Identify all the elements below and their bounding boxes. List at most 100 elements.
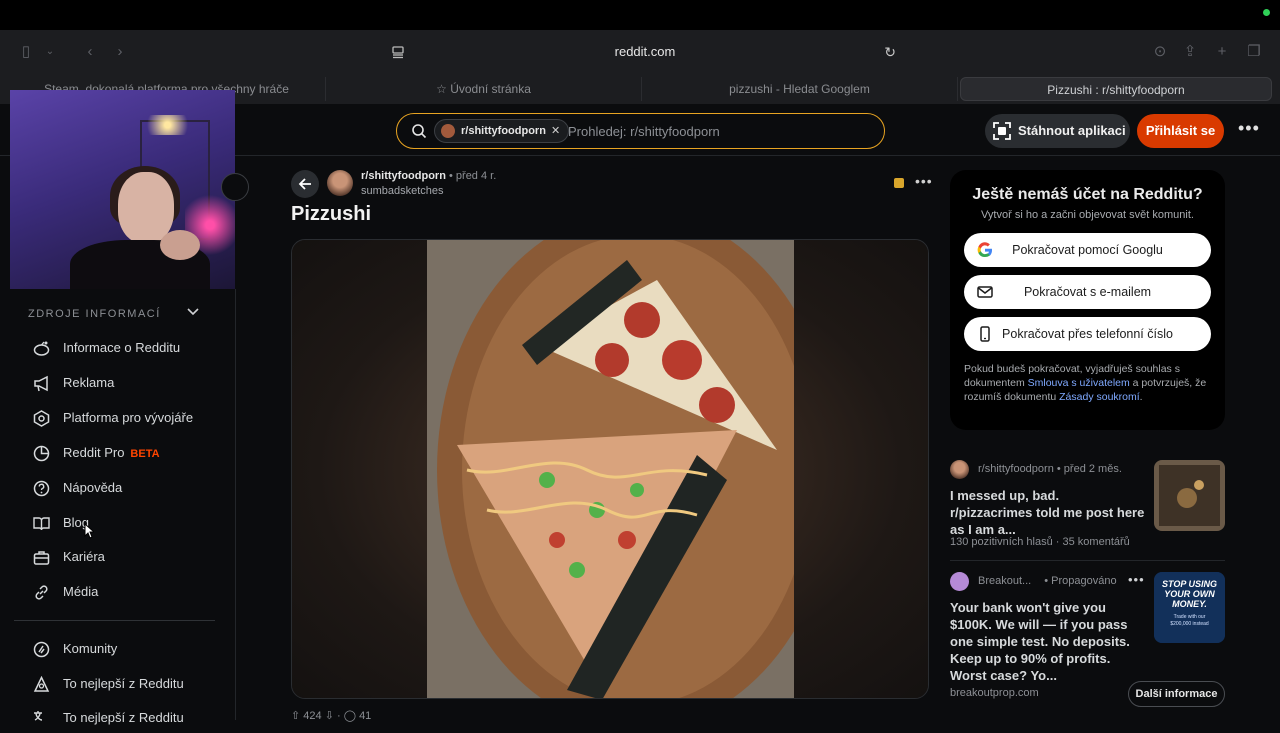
subreddit-avatar[interactable] xyxy=(327,170,353,196)
sidebar-item-developer-platform[interactable]: Platforma pro vývojáře xyxy=(30,403,220,433)
menu-toggle-button[interactable] xyxy=(221,173,249,201)
book-icon xyxy=(33,517,50,531)
vote-count: 424 xyxy=(303,710,322,722)
subreddit-link[interactable]: r/shittyfoodporn xyxy=(361,170,446,182)
close-icon[interactable]: ✕ xyxy=(551,125,560,137)
tab-pizzushi[interactable]: Pizzushi : r/shittyfoodporn xyxy=(960,77,1272,101)
page-menu-icon[interactable] xyxy=(390,44,406,60)
webcam-overlay xyxy=(10,90,235,289)
reload-icon[interactable]: ↻ xyxy=(884,40,896,64)
ad-more-icon[interactable]: ••• xyxy=(1128,572,1145,587)
tab-google-search[interactable]: pizzushi - Hledat Googlem xyxy=(642,77,958,101)
related-upvotes: 130 pozitivních hlasů xyxy=(950,536,1053,548)
sidebar-item-communities[interactable]: Komunity xyxy=(30,634,220,664)
signup-card: Ještě nemáš účet na Redditu? Vytvoř si h… xyxy=(950,170,1225,430)
mouse-cursor-icon xyxy=(84,523,94,539)
legal-text: Pokud budeš pokračovat, vyjadřuješ souhl… xyxy=(964,363,1207,403)
sidebar-item-about-reddit[interactable]: Informace o Redditu xyxy=(30,333,220,363)
svg-text:$200,000 instead: $200,000 instead xyxy=(1170,621,1209,627)
chevron-up-icon[interactable] xyxy=(186,305,200,319)
back-nav-icon[interactable]: ‹ xyxy=(80,42,100,62)
divider xyxy=(14,620,215,621)
privacy-policy-link[interactable]: Zásady soukromí xyxy=(1059,391,1140,403)
svg-text:MONEY.: MONEY. xyxy=(1172,599,1207,609)
translate-icon xyxy=(34,711,43,721)
related-thumbnail[interactable] xyxy=(1154,460,1225,531)
left-sidebar: ZDROJE INFORMACÍ Informace o Redditu Rek… xyxy=(0,289,236,725)
address-bar[interactable]: reddit.com ↻ xyxy=(390,40,900,64)
comment-count: 41 xyxy=(359,710,372,722)
back-button[interactable] xyxy=(291,170,319,198)
continue-email-button[interactable]: Pokračovat s e-mailem xyxy=(964,275,1211,309)
sidebar-item-help[interactable]: Nápověda xyxy=(30,473,220,503)
browser-toolbar: ▯ ⌄ ‹ › reddit.com ↻ ⊙ ⇪ + ❐ xyxy=(0,30,1280,74)
search-input[interactable]: r/shittyfoodporn ✕ Prohledej: r/shittyfoo… xyxy=(396,113,885,149)
qr-code-icon xyxy=(993,122,1011,140)
ad-domain[interactable]: breakoutprop.com xyxy=(950,687,1039,699)
search-placeholder: Prohledej: r/shittyfoodporn xyxy=(568,124,720,139)
related-post-card[interactable]: r/shittyfoodporn • před 2 měs. I messed … xyxy=(950,460,1225,550)
bookmark-icon[interactable] xyxy=(894,178,904,188)
related-comments: 35 komentářů xyxy=(1062,536,1130,548)
get-app-button[interactable]: Stáhnout aplikaci xyxy=(985,114,1130,148)
subreddit-filter-chip[interactable]: r/shittyfoodporn ✕ xyxy=(434,119,570,143)
help-icon xyxy=(33,480,50,497)
forward-nav-icon[interactable]: › xyxy=(110,42,130,62)
related-post-title[interactable]: I messed up, bad. r/pizzacrimes told me … xyxy=(950,487,1145,538)
post-author[interactable]: sumbadsketches xyxy=(361,185,444,197)
link-icon xyxy=(35,585,48,600)
url-text: reddit.com xyxy=(614,44,676,59)
signup-title: Ještě nemáš účet na Redditu? xyxy=(972,186,1203,203)
svg-text:STOP USING: STOP USING xyxy=(1162,579,1217,589)
sidebar-toggle-icon[interactable]: ▯ xyxy=(16,42,36,62)
download-icon[interactable]: ⊙ xyxy=(1150,42,1170,62)
mail-icon xyxy=(977,286,993,298)
briefcase-icon xyxy=(33,551,50,565)
related-subreddit[interactable]: r/shittyfoodporn xyxy=(978,463,1054,475)
google-icon xyxy=(977,242,992,258)
learn-more-button[interactable]: Další informace xyxy=(1128,681,1225,707)
menu-bar xyxy=(0,0,1280,30)
sidebar-item-blog[interactable]: Blog xyxy=(30,508,220,538)
post-image[interactable] xyxy=(291,239,929,699)
login-button[interactable]: Přihlásit se xyxy=(1137,114,1224,148)
ad-thumbnail[interactable]: STOP USING YOUR OWN MONEY. Trade with ou… xyxy=(1154,572,1225,643)
advertiser-name[interactable]: Breakout... xyxy=(978,575,1031,587)
communities-icon xyxy=(33,641,50,658)
developer-icon xyxy=(33,410,50,427)
continue-google-button[interactable]: Pokračovat pomocí Googlu xyxy=(964,233,1211,267)
chevron-down-icon[interactable]: ⌄ xyxy=(40,42,60,62)
tab-overview-icon[interactable]: ❐ xyxy=(1244,42,1264,62)
sidebar-item-reddit-pro[interactable]: Reddit Pro BETA xyxy=(30,438,220,468)
subreddit-avatar xyxy=(441,124,455,138)
search-icon xyxy=(412,124,427,139)
tab-home[interactable]: ☆ Úvodní stránka xyxy=(326,77,642,101)
continue-phone-button[interactable]: Pokračovat přes telefonní číslo xyxy=(964,317,1211,351)
subreddit-avatar xyxy=(950,460,969,479)
sidebar-item-best-of-reddit[interactable]: To nejlepší z Redditu xyxy=(30,669,220,699)
divider xyxy=(950,560,1225,561)
post-title: Pizzushi xyxy=(291,203,372,225)
arrow-left-icon xyxy=(298,178,311,190)
user-agreement-link[interactable]: Smlouva s uživatelem xyxy=(1028,377,1130,389)
beta-badge: BETA xyxy=(130,448,160,460)
svg-text:YOUR OWN: YOUR OWN xyxy=(1164,589,1215,599)
megaphone-icon xyxy=(34,375,48,392)
signup-subtitle: Vytvoř si ho a začni objevovat svět komu… xyxy=(981,209,1194,221)
share-icon[interactable]: ⇪ xyxy=(1180,42,1200,62)
advertiser-avatar xyxy=(950,572,969,591)
sidebar-item-best-of-reddit-translated[interactable]: To nejlepší z Redditu xyxy=(30,703,220,733)
promoted-ad-card[interactable]: Breakout... • Propagováno ••• Your bank … xyxy=(950,572,1225,707)
phone-icon xyxy=(980,326,990,342)
more-options-icon[interactable]: ••• xyxy=(1238,118,1260,139)
pizzushi-photo xyxy=(427,240,794,698)
ad-title[interactable]: Your bank won't give you $100K. We will … xyxy=(950,599,1145,684)
new-tab-icon[interactable]: + xyxy=(1212,42,1232,62)
reddit-icon xyxy=(33,341,50,356)
svg-text:Trade with our: Trade with our xyxy=(1174,614,1206,620)
sidebar-item-advertising[interactable]: Reklama xyxy=(30,368,220,398)
sidebar-item-careers[interactable]: Kariéra xyxy=(30,542,220,572)
post-more-icon[interactable]: ••• xyxy=(915,173,933,189)
pro-icon xyxy=(33,445,50,462)
sidebar-item-media[interactable]: Média xyxy=(30,577,220,607)
